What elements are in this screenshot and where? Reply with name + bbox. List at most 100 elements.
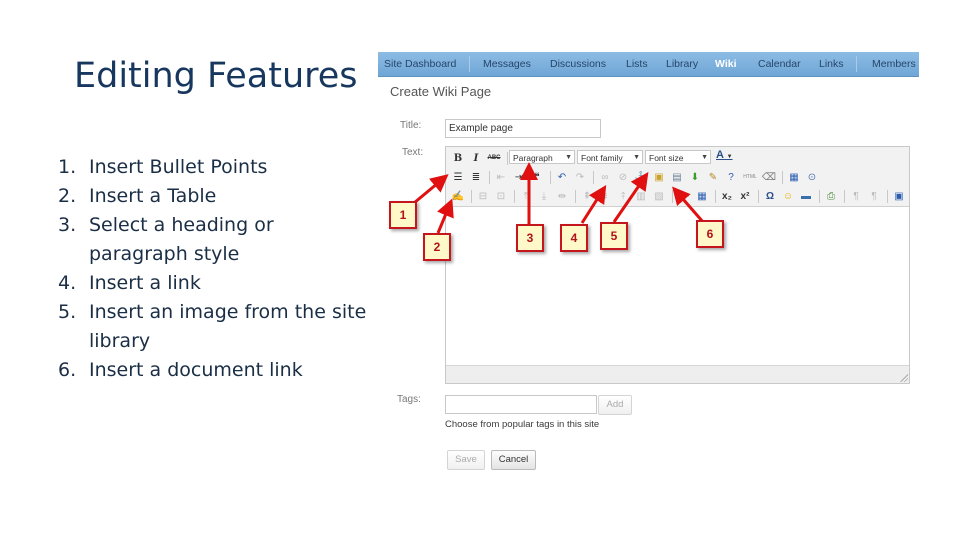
numbered-list-icon[interactable]: ≣ bbox=[468, 169, 484, 185]
save-button[interactable]: Save bbox=[447, 450, 485, 470]
cell-props-icon[interactable]: ⊡ bbox=[493, 188, 509, 204]
toolbar-row-2: ☰ ≣ ⇤ ⇥ ❝ ↶ ↷ ∞ ⊘ ⚓ ▣ ▤ ⬇ ✎ ? HTML ⌫ ▦ ⊙ bbox=[450, 168, 822, 186]
insert-document-icon[interactable]: ▤ bbox=[669, 169, 685, 185]
edit-css-icon[interactable]: ✍ bbox=[450, 188, 466, 204]
toolbar-separator bbox=[489, 170, 490, 184]
nav-members[interactable]: Members bbox=[872, 58, 916, 70]
wiki-editor-screenshot: Site Dashboard Messages Discussions List… bbox=[378, 52, 920, 492]
callout-3: 3 bbox=[516, 224, 544, 252]
feature-text: Insert an image from the site library bbox=[89, 301, 367, 352]
callout-1: 1 bbox=[389, 201, 417, 229]
toolbar-separator bbox=[575, 189, 576, 203]
delete-row-icon[interactable]: ⇹ bbox=[554, 188, 570, 204]
feature-text: Insert a Table bbox=[89, 185, 217, 207]
site-navbar: Site Dashboard Messages Discussions List… bbox=[378, 52, 919, 77]
cancel-button[interactable]: Cancel bbox=[491, 450, 536, 470]
toolbar-separator bbox=[819, 189, 820, 203]
nav-wiki[interactable]: Wiki bbox=[715, 58, 737, 70]
callout-2: 2 bbox=[423, 233, 451, 261]
delete-col-icon[interactable]: ⤉ bbox=[615, 188, 631, 204]
insert-row-after-icon[interactable]: ⤓ bbox=[536, 188, 552, 204]
nav-messages[interactable]: Messages bbox=[483, 58, 531, 70]
insert-time-icon[interactable]: ⊙ bbox=[804, 169, 820, 185]
nav-calendar[interactable]: Calendar bbox=[758, 58, 801, 70]
toolbar-separator bbox=[514, 189, 515, 203]
anchor-icon[interactable]: ⚓ bbox=[633, 169, 649, 185]
callout-6: 6 bbox=[696, 220, 724, 248]
nav-discussions[interactable]: Discussions bbox=[550, 58, 606, 70]
media-icon[interactable]: ⬇ bbox=[687, 169, 703, 185]
italic-button[interactable]: I bbox=[468, 150, 484, 166]
feature-number: 1. bbox=[58, 156, 77, 178]
text-label: Text: bbox=[402, 147, 424, 158]
title-label: Title: bbox=[400, 120, 422, 131]
callout-4: 4 bbox=[560, 224, 588, 252]
nav-lists[interactable]: Lists bbox=[626, 58, 648, 70]
insert-image-icon[interactable]: ▣ bbox=[651, 169, 667, 185]
outdent-icon[interactable]: ⇤ bbox=[493, 169, 509, 185]
feature-text: Select a heading or paragraph style bbox=[89, 214, 274, 265]
merge-cells-icon[interactable]: ▧ bbox=[651, 188, 667, 204]
eraser-icon[interactable]: ⌫ bbox=[761, 169, 777, 185]
feature-number: 4. bbox=[58, 272, 77, 294]
nav-library[interactable]: Library bbox=[666, 58, 698, 70]
print-icon[interactable]: ⎙ bbox=[823, 188, 839, 204]
toolbar-separator bbox=[593, 170, 594, 184]
help-icon[interactable]: ? bbox=[723, 169, 739, 185]
add-tag-button[interactable]: Add bbox=[598, 395, 632, 415]
special-character-button[interactable]: Ω bbox=[762, 188, 778, 204]
nav-links[interactable]: Links bbox=[819, 58, 844, 70]
toolbar-row-3: ✍ ⊟ ⊡ ⤒ ⤓ ⇹ ⇞ ⇟ ⤉ ▥ ▧ ― ▦ x₂ x² Ω ☺ ▬ ⎙ … bbox=[450, 187, 909, 205]
insert-col-before-icon[interactable]: ⇞ bbox=[579, 188, 595, 204]
indent-icon[interactable]: ⇥ bbox=[511, 169, 527, 185]
font-color-button[interactable]: A ▼ bbox=[716, 149, 733, 161]
paragraph-format-select[interactable]: Paragraph ▼ bbox=[509, 150, 575, 164]
ltr-icon[interactable]: ¶ bbox=[848, 188, 864, 204]
page-title: Create Wiki Page bbox=[390, 84, 492, 99]
font-size-select[interactable]: Font size ▼ bbox=[645, 150, 711, 164]
popular-tags-link[interactable]: Choose from popular tags in this site bbox=[445, 419, 599, 430]
feature-number: 6. bbox=[58, 359, 77, 381]
horizontal-rule-icon[interactable]: ▬ bbox=[798, 188, 814, 204]
feature-text: Insert a link bbox=[89, 272, 201, 294]
nav-divider bbox=[856, 56, 857, 72]
chevron-down-icon: ▼ bbox=[565, 154, 572, 161]
tags-input[interactable] bbox=[445, 395, 597, 414]
title-input[interactable]: Example page bbox=[445, 119, 601, 138]
bold-button[interactable]: B bbox=[450, 150, 466, 166]
undo-icon[interactable]: ↶ bbox=[554, 169, 570, 185]
cleanup-icon[interactable]: ✎ bbox=[705, 169, 721, 185]
editor-toolbar: B I ABC Paragraph ▼ Font family ▼ Font siz… bbox=[446, 147, 909, 207]
slide-title: Editing Features bbox=[74, 56, 358, 96]
insert-col-after-icon[interactable]: ⇟ bbox=[597, 188, 613, 204]
resize-handle-icon[interactable] bbox=[900, 374, 908, 382]
toolbar-separator bbox=[887, 189, 888, 203]
feature-item: 1. Insert Bullet Points bbox=[58, 153, 369, 182]
html-source-button[interactable]: HTML bbox=[741, 169, 759, 185]
insert-table-icon[interactable]: ▦ bbox=[694, 188, 710, 204]
subscript-button[interactable]: x₂ bbox=[719, 188, 735, 204]
link-icon[interactable]: ∞ bbox=[597, 169, 613, 185]
row-props-icon[interactable]: ⊟ bbox=[475, 188, 491, 204]
feature-item: 2. Insert a Table bbox=[58, 182, 369, 211]
insert-row-before-icon[interactable]: ⤒ bbox=[518, 188, 534, 204]
chevron-down-icon: ▼ bbox=[633, 154, 640, 161]
font-family-select[interactable]: Font family ▼ bbox=[577, 150, 643, 164]
insert-date-icon[interactable]: ▦ bbox=[786, 169, 802, 185]
unlink-icon[interactable]: ⊘ bbox=[615, 169, 631, 185]
fullscreen-icon[interactable]: ▣ bbox=[891, 188, 907, 204]
emoticon-icon[interactable]: ☺ bbox=[780, 188, 796, 204]
rich-text-editor: B I ABC Paragraph ▼ Font family ▼ Font siz… bbox=[445, 146, 910, 384]
superscript-button[interactable]: x² bbox=[737, 188, 753, 204]
feature-text: Insert Bullet Points bbox=[89, 156, 268, 178]
split-cells-icon[interactable]: ▥ bbox=[633, 188, 649, 204]
bullet-list-icon[interactable]: ☰ bbox=[450, 169, 466, 185]
nav-site-dashboard[interactable]: Site Dashboard bbox=[384, 58, 456, 70]
blockquote-icon[interactable]: ❝ bbox=[529, 169, 545, 185]
redo-icon[interactable]: ↷ bbox=[572, 169, 588, 185]
rtl-icon[interactable]: ¶ bbox=[866, 188, 882, 204]
feature-item: 5. Insert an image from the site library bbox=[58, 298, 369, 356]
hr-icon[interactable]: ― bbox=[676, 188, 692, 204]
strikethrough-button[interactable]: ABC bbox=[486, 150, 502, 166]
editor-statusbar bbox=[446, 365, 909, 383]
